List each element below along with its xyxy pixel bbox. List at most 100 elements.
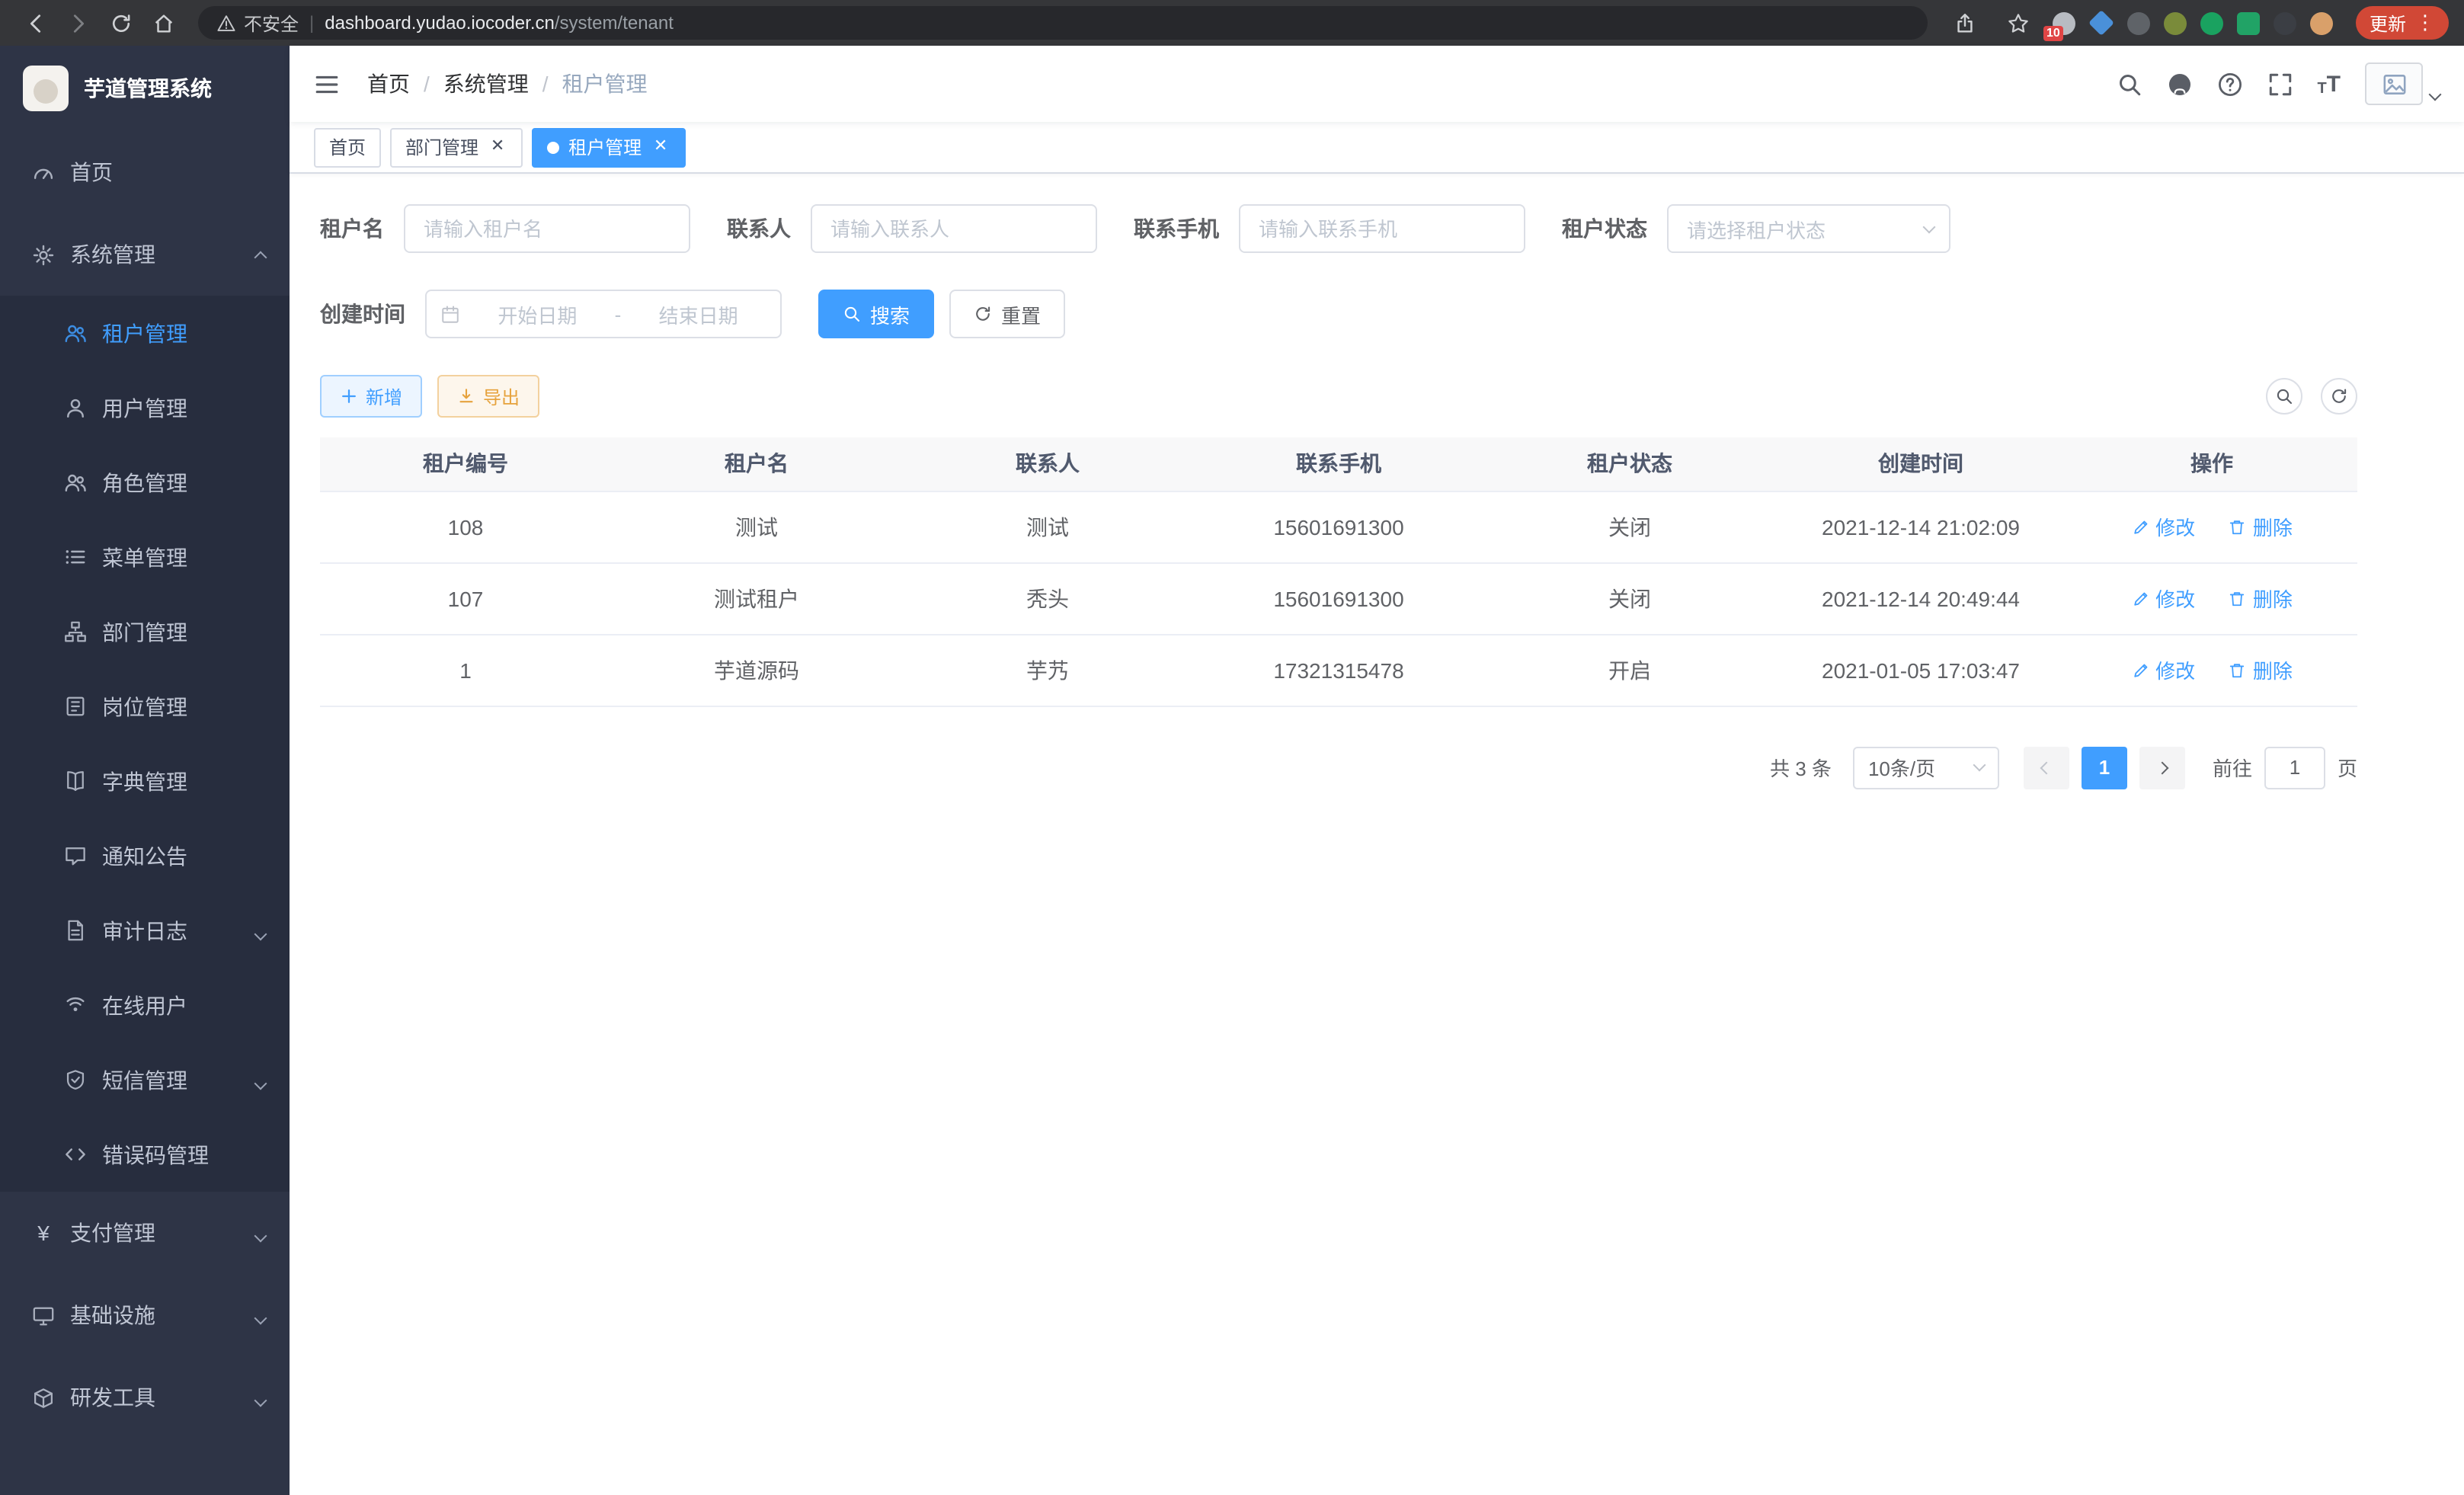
filter-tenant-name: 租户名: [320, 204, 690, 253]
sidebar-item-audit-log[interactable]: 审计日志: [0, 893, 290, 968]
col-tenant-id: 租户编号: [320, 437, 611, 491]
edit-link[interactable]: 修改: [2131, 655, 2195, 684]
chevron-down-icon: [256, 918, 265, 943]
table-toolbar: 新增 导出: [320, 375, 2357, 418]
sidebar: 芋道管理系统 首页 系统管理 租户管理: [0, 46, 290, 1495]
status-label: 租户状态: [1562, 213, 1647, 244]
close-icon[interactable]: ✕: [488, 137, 507, 157]
font-size-icon[interactable]: TT: [2317, 71, 2341, 97]
sidebar-item-notice[interactable]: 通知公告: [0, 818, 290, 893]
browser-chrome: 不安全 | dashboard.yudao.iocoder.cn/system/…: [0, 0, 2464, 46]
breadcrumb-item-system[interactable]: 系统管理: [443, 69, 529, 99]
extension-icon-4[interactable]: [2164, 11, 2187, 34]
calendar-icon: [440, 304, 460, 324]
status-select[interactable]: 请选择租户状态: [1667, 204, 1950, 253]
extension-icon-7[interactable]: [2274, 11, 2296, 34]
breadcrumb: 首页 / 系统管理 / 租户管理: [367, 69, 648, 99]
sidebar-item-dict[interactable]: 字典管理: [0, 744, 290, 818]
trash-icon: [2229, 517, 2247, 536]
sidebar-item-user[interactable]: 用户管理: [0, 370, 290, 445]
fullscreen-icon[interactable]: [2267, 71, 2293, 97]
next-page-button[interactable]: [2139, 746, 2185, 789]
goto-page-input[interactable]: [2264, 746, 2325, 789]
extension-icon-3[interactable]: [2127, 11, 2150, 34]
extension-icon-1[interactable]: 10: [2053, 11, 2075, 34]
chevron-down-icon: [2429, 88, 2442, 101]
sidebar-item-dept[interactable]: 部门管理: [0, 594, 290, 669]
phone-input[interactable]: [1239, 204, 1525, 253]
tab-dept[interactable]: 部门管理 ✕: [390, 127, 523, 167]
refresh-table-button[interactable]: [2321, 378, 2357, 415]
security-warning[interactable]: 不安全: [216, 10, 299, 36]
help-question-icon[interactable]: [2216, 71, 2242, 97]
prev-page-button[interactable]: [2024, 746, 2069, 789]
breadcrumb-item-home[interactable]: 首页: [367, 69, 410, 99]
toggle-search-button[interactable]: [2266, 378, 2302, 415]
browser-back-icon[interactable]: [15, 5, 55, 41]
sidebar-item-sms[interactable]: 短信管理: [0, 1042, 290, 1117]
tab-home[interactable]: 首页: [314, 127, 381, 167]
cell-tenant-name: 测试租户: [611, 562, 902, 634]
sidebar-item-payment[interactable]: ¥ 支付管理: [0, 1192, 290, 1274]
edit-icon: [2131, 517, 2149, 536]
close-icon[interactable]: ✕: [651, 137, 670, 157]
sidebar-item-infra[interactable]: 基础设施: [0, 1274, 290, 1356]
tenant-name-input[interactable]: [404, 204, 690, 253]
pay-yen-icon: ¥: [32, 1221, 55, 1244]
sidebar-item-devtool[interactable]: 研发工具: [0, 1356, 290, 1439]
browser-home-icon[interactable]: [143, 5, 183, 41]
page-number-1[interactable]: 1: [2082, 746, 2127, 789]
cell-tenant-id: 108: [320, 491, 611, 562]
sidebar-item-home[interactable]: 首页: [0, 131, 290, 213]
sidebar-item-role[interactable]: 角色管理: [0, 445, 290, 520]
browser-forward-icon[interactable]: [58, 5, 98, 41]
reset-button[interactable]: 重置: [949, 290, 1065, 338]
edit-link[interactable]: 修改: [2131, 512, 2195, 541]
sms-shield-icon: [64, 1068, 87, 1091]
extension-icon-5[interactable]: [2200, 11, 2223, 34]
search-button[interactable]: 搜索: [818, 290, 934, 338]
browser-reload-icon[interactable]: [101, 5, 140, 41]
log-doc-icon: [64, 919, 87, 942]
sidebar-item-system[interactable]: 系统管理: [0, 213, 290, 296]
add-button[interactable]: 新增: [320, 375, 422, 418]
header-search-icon[interactable]: [2116, 71, 2142, 97]
edit-link[interactable]: 修改: [2131, 584, 2195, 613]
user-menu[interactable]: [2365, 62, 2440, 105]
cell-contact: 测试: [902, 491, 1193, 562]
download-icon: [457, 387, 475, 405]
sidebar-logo[interactable]: 芋道管理系统: [0, 46, 290, 131]
contact-input[interactable]: [811, 204, 1097, 253]
sidebar-toggle-icon[interactable]: [314, 71, 340, 97]
date-range-picker[interactable]: 开始日期 - 结束日期: [425, 290, 782, 338]
sidebar-item-error-code[interactable]: 错误码管理: [0, 1117, 290, 1192]
delete-link[interactable]: 删除: [2229, 584, 2293, 613]
sidebar-item-online-user[interactable]: 在线用户: [0, 968, 290, 1042]
tab-tenant[interactable]: 租户管理 ✕: [532, 127, 686, 167]
address-bar[interactable]: 不安全 | dashboard.yudao.iocoder.cn/system/…: [198, 6, 1928, 40]
page-size-select[interactable]: 10条/页: [1853, 746, 1999, 789]
delete-link[interactable]: 删除: [2229, 512, 2293, 541]
export-button[interactable]: 导出: [437, 375, 539, 418]
sidebar-item-menu[interactable]: 菜单管理: [0, 520, 290, 594]
notice-chat-icon: [64, 844, 87, 867]
chrome-update-button[interactable]: 更新 ⋮: [2356, 6, 2449, 40]
extension-icon-6[interactable]: [2237, 11, 2260, 34]
extension-icon-2[interactable]: [2088, 10, 2114, 36]
profile-avatar-icon[interactable]: [2310, 11, 2333, 34]
dept-tree-icon: [64, 620, 87, 643]
bookmark-star-icon[interactable]: [1999, 5, 2039, 41]
sidebar-item-post[interactable]: 岗位管理: [0, 669, 290, 744]
online-signal-icon: [64, 994, 87, 1016]
share-icon[interactable]: [1946, 5, 1986, 41]
sidebar-menu: 首页 系统管理 租户管理 用户管理: [0, 131, 290, 1495]
table-row: 107 测试租户 秃头 15601691300 关闭 2021-12-14 20…: [320, 562, 2357, 634]
create-time-label: 创建时间: [320, 299, 405, 329]
tenant-people-icon: [64, 322, 87, 344]
pagination: 共 3 条 10条/页 1 前往 页: [320, 746, 2357, 789]
github-icon[interactable]: [2166, 71, 2192, 97]
contact-label: 联系人: [727, 213, 791, 244]
sidebar-item-tenant[interactable]: 租户管理: [0, 296, 290, 370]
breadcrumb-separator: /: [542, 72, 549, 96]
delete-link[interactable]: 删除: [2229, 655, 2293, 684]
